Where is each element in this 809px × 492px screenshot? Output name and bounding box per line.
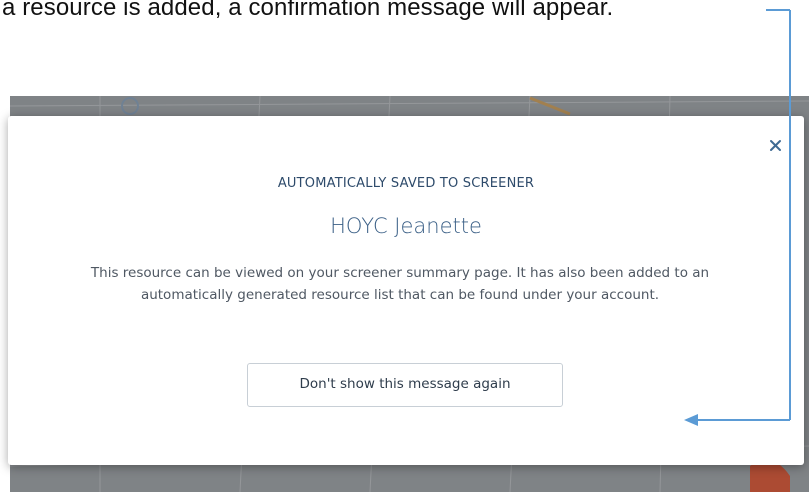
modal-kicker: AUTOMATICALLY SAVED TO SCREENER	[277, 176, 535, 191]
instruction-caption: a resource is added, a confirmation mess…	[2, 0, 614, 21]
screenshot-page: a resource is added, a confirmation mess…	[0, 0, 809, 492]
modal-message: This resource can be viewed on your scre…	[90, 265, 710, 303]
dont-show-again-button[interactable]: Don't show this message again	[247, 363, 563, 407]
confirmation-modal: AUTOMATICALLY SAVED TO SCREENER HOYC Jea…	[8, 116, 804, 465]
close-icon[interactable]	[768, 138, 784, 154]
modal-title: HOYC Jeanette	[330, 214, 482, 238]
